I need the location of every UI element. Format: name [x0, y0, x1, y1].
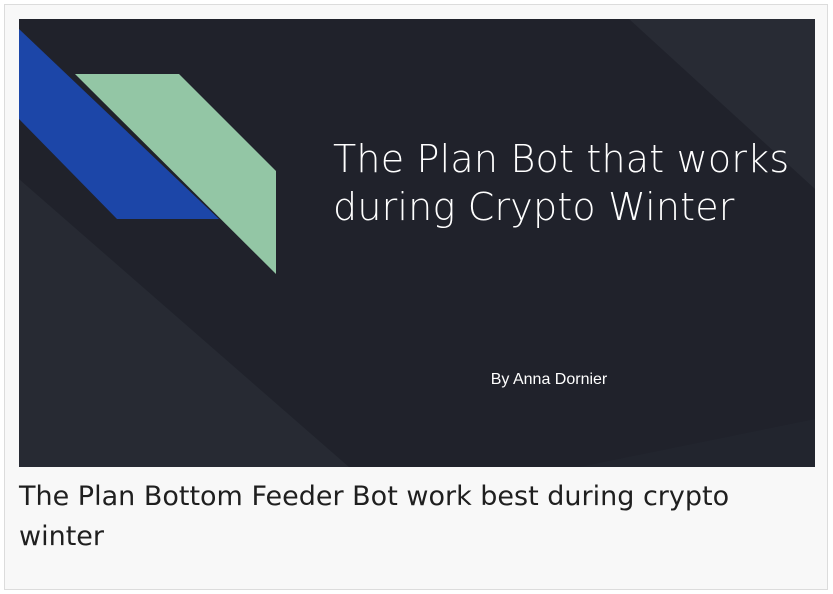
- slide-title: The Plan Bot that works during Crypto Wi…: [333, 137, 790, 229]
- slide-thumbnail[interactable]: The Plan Bot that works during Crypto Wi…: [19, 19, 815, 467]
- image-caption: The Plan Bottom Feeder Bot work best dur…: [19, 481, 730, 552]
- slide-background-shapes: [19, 19, 815, 467]
- bg-band-left: [19, 179, 349, 467]
- slide-subtitle: By Anna Dornier: [490, 371, 608, 388]
- image-card: The Plan Bot that works during Crypto Wi…: [4, 4, 828, 590]
